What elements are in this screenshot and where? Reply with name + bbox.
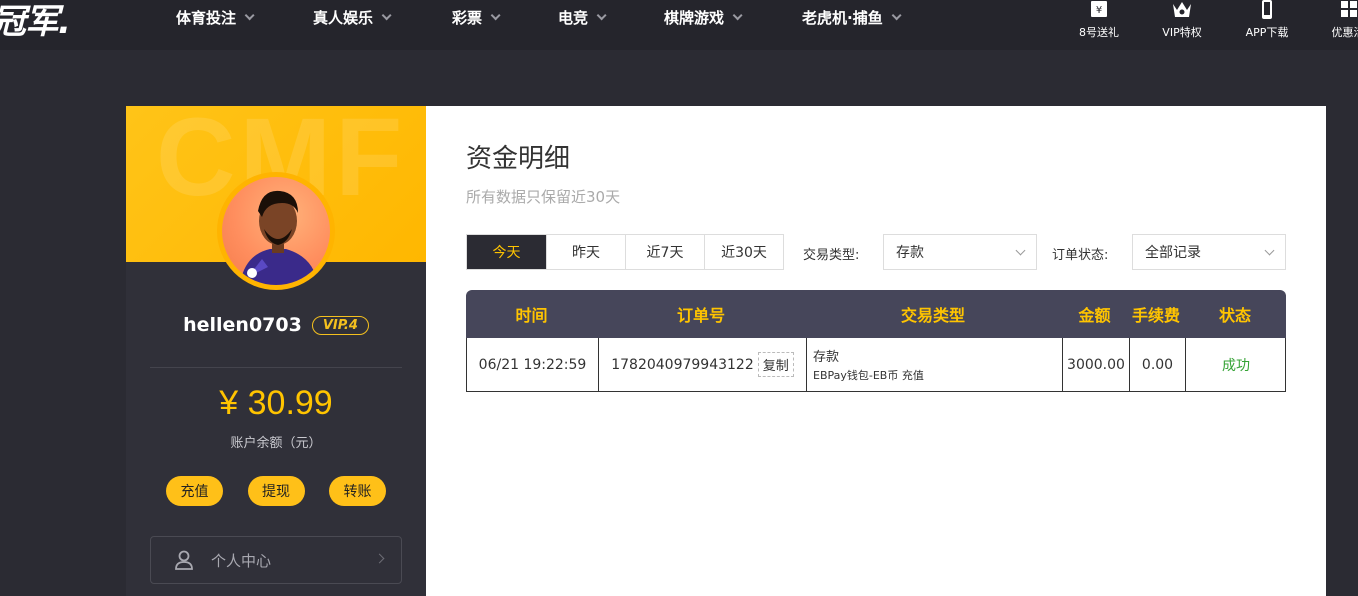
crown-icon — [1173, 2, 1191, 17]
nav-label: 真人娱乐 — [313, 8, 374, 27]
nav-slots-fishing[interactable]: 老虎机·捕鱼 — [802, 6, 902, 28]
order-status-label: 订单状态: — [1052, 248, 1109, 263]
tool-label: APP下载 — [1245, 26, 1289, 39]
cell-type: 存款 EBPay钱包-EB币 充值 — [806, 338, 1062, 391]
column-header-fee: 手续费 — [1131, 306, 1180, 325]
nav-label: 体育投注 — [176, 8, 237, 27]
nav-chess-cards[interactable]: 棋牌游戏 — [664, 6, 743, 28]
menu-item-personal-center[interactable]: 个人中心 — [150, 536, 402, 584]
tab-today[interactable]: 今天 — [467, 235, 546, 269]
gift-icon: ¥ — [1091, 1, 1107, 17]
chevron-down-icon — [244, 9, 255, 20]
nav-label: 老虎机·捕鱼 — [802, 8, 883, 27]
tab-last-30-days[interactable]: 近30天 — [704, 235, 783, 269]
cell-amount: 3000.00 — [1062, 338, 1129, 391]
tool-promotions[interactable]: 优惠活 — [1318, 0, 1358, 40]
svg-text:¥: ¥ — [1096, 5, 1102, 16]
menu-item-label: 个人中心 — [211, 551, 272, 570]
nav-lottery[interactable]: 彩票 — [452, 6, 501, 28]
order-status-select[interactable]: 全部记录 — [1132, 234, 1286, 270]
chevron-down-icon — [490, 9, 501, 20]
tab-yesterday[interactable]: 昨天 — [546, 235, 625, 269]
page-subtitle: 所有数据只保留近30天 — [466, 188, 621, 206]
tool-gift[interactable]: ¥ 8号送礼 — [1069, 0, 1129, 40]
profile-sidebar: CMF hellen0703 VIP.4 ¥ 30.99 账户余额（元） 充值 … — [126, 106, 426, 596]
deposit-button[interactable]: 充值 — [166, 476, 223, 506]
table-header: 时间 订单号 交易类型 金额 手续费 状态 — [466, 290, 1286, 338]
transaction-type-select[interactable]: 存款 — [883, 234, 1037, 270]
chevron-down-icon — [381, 9, 392, 20]
transaction-type-label: 交易类型: — [803, 248, 860, 263]
select-value: 存款 — [896, 245, 924, 261]
nav-sports[interactable]: 体育投注 — [176, 6, 255, 28]
divider — [150, 367, 402, 368]
chevron-down-icon — [1264, 245, 1275, 256]
cell-time: 06/21 19:22:59 — [478, 356, 587, 373]
chevron-down-icon — [1015, 245, 1026, 256]
phone-icon — [1262, 0, 1272, 19]
avatar-image — [222, 177, 330, 285]
promo-icon — [1341, 1, 1357, 17]
cell-order: 1782040979943122 复制 — [598, 338, 806, 391]
page-title: 资金明细 — [466, 144, 571, 174]
account-balance: ¥ 30.99 — [219, 384, 333, 422]
order-number: 1782040979943122 — [611, 356, 754, 373]
tool-vip[interactable]: VIP特权 — [1152, 0, 1212, 40]
transaction-type: 存款 — [813, 350, 840, 365]
nav-esports[interactable]: 电竞 — [558, 6, 607, 28]
cell-fee: 0.00 — [1129, 338, 1185, 391]
fund-details-panel: 资金明细 所有数据只保留近30天 今天 昨天 近7天 近30天 交易类型: 存款… — [426, 106, 1326, 596]
transaction-detail: EBPay钱包-EB币 充值 — [813, 369, 924, 382]
balance-label: 账户余额（元） — [230, 436, 322, 451]
username-row: hellen0703 VIP.4 — [126, 314, 426, 336]
avatar[interactable] — [217, 172, 335, 290]
player-portrait-icon — [240, 190, 318, 285]
tool-label: 8号送礼 — [1079, 26, 1119, 39]
chevron-down-icon — [596, 9, 607, 20]
copy-button[interactable]: 复制 — [757, 352, 794, 377]
nav-label: 彩票 — [452, 8, 483, 27]
wallet-actions: 充值 提现 转账 — [166, 476, 386, 506]
tool-label: 优惠活 — [1331, 26, 1358, 39]
tool-label: VIP特权 — [1162, 26, 1202, 39]
vip-level-badge[interactable]: VIP.4 — [311, 315, 369, 335]
user-icon — [175, 550, 193, 570]
nav-live-casino[interactable]: 真人娱乐 — [313, 6, 392, 28]
withdraw-button[interactable]: 提现 — [247, 476, 305, 506]
tool-app-download[interactable]: APP下载 — [1237, 0, 1297, 40]
nav-label: 电竞 — [558, 8, 589, 27]
top-navbar: 冠军. 体育投注 真人娱乐 彩票 电竞 棋牌游戏 老虎机·捕鱼 ¥ 8号送礼 V… — [0, 0, 1358, 50]
column-header-time: 时间 — [515, 306, 548, 325]
username: hellen0703 — [183, 314, 302, 336]
chevron-down-icon — [891, 9, 902, 20]
chevron-down-icon — [732, 9, 743, 20]
nav-label: 棋牌游戏 — [664, 8, 725, 27]
brand-logo[interactable]: 冠军. — [0, 0, 71, 43]
table-row: 06/21 19:22:59 1782040979943122 复制 存款 EB… — [466, 338, 1286, 392]
status-badge: 成功 — [1185, 338, 1286, 391]
tab-last-7-days[interactable]: 近7天 — [625, 235, 704, 269]
date-range-tabs: 今天 昨天 近7天 近30天 — [466, 234, 784, 270]
transfer-button[interactable]: 转账 — [329, 476, 386, 506]
column-header-status: 状态 — [1218, 306, 1251, 325]
select-value: 全部记录 — [1145, 245, 1201, 261]
column-header-type: 交易类型 — [900, 306, 965, 325]
column-header-amount: 金额 — [1078, 306, 1111, 325]
column-header-order: 订单号 — [676, 306, 725, 325]
chevron-right-icon — [374, 553, 385, 564]
